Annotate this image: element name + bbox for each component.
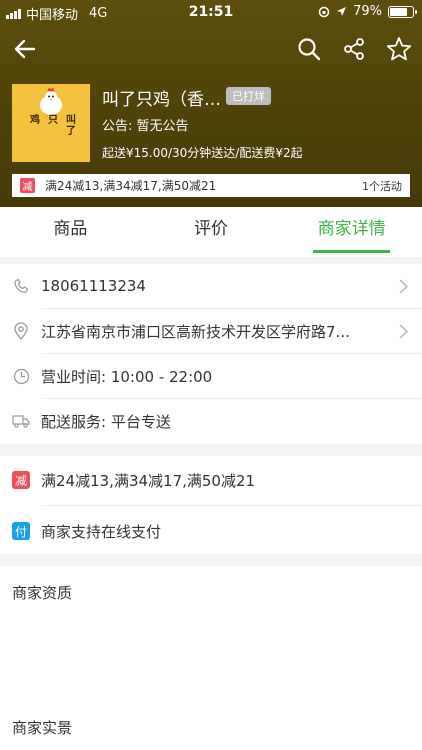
qualification-section: 商家资质 商家实景 — [0, 566, 422, 750]
discount-badge: 减 — [12, 471, 30, 489]
battery-fill — [390, 7, 408, 16]
delivery-service-row: 配送服务: 平台专送 — [0, 399, 422, 443]
favorite-button[interactable] — [384, 34, 414, 64]
discount-tag: 减 — [20, 178, 35, 193]
shop-name: 叫了只鸡（香… — [102, 90, 221, 110]
chevron-right-icon — [399, 278, 408, 294]
delivery-truck-icon — [12, 412, 30, 430]
tab-bar: 商品 评价 商家详情 — [0, 207, 422, 257]
divider — [41, 505, 422, 506]
search-icon — [298, 38, 321, 61]
photos-title: 商家实景 — [12, 719, 73, 737]
pay-badge: 付 — [12, 522, 30, 540]
shop-notice: 公告: 暂无公告 — [102, 119, 189, 134]
delivery-info: 起送¥15.00/30分钟送达/配送费¥2起 — [102, 146, 303, 160]
shop-address: 江苏省南京市浦口区高新技术开发区学府路7... — [41, 322, 350, 341]
phone-row[interactable]: 18061113234 — [0, 264, 422, 308]
activity-count: 1个活动 — [362, 179, 402, 193]
status-right: 79% — [318, 4, 417, 19]
tab-shop-details[interactable]: 商家详情 — [281, 207, 422, 257]
phone-icon — [12, 277, 30, 295]
share-button[interactable] — [339, 34, 369, 64]
discount-row: 减 满24减13,满34减17,满50减21 — [0, 458, 422, 502]
chicken-icon — [40, 88, 62, 116]
logo-text-col: 鸡 — [27, 114, 39, 125]
promo-text: 满24减13,满34减17,满50减21 — [45, 179, 217, 193]
phone-number: 18061113234 — [41, 277, 146, 295]
delivery-service: 配送服务: 平台专送 — [41, 412, 171, 431]
logo-text-col: 只 — [45, 114, 57, 125]
hours-row: 营业时间: 10:00 - 22:00 — [0, 354, 422, 398]
discount-icon-wrap: 减 — [12, 471, 30, 489]
promotions-section: 减 满24减13,满34减17,满50减21 付 商家支持在线支付 — [0, 456, 422, 554]
back-arrow-icon — [14, 39, 36, 59]
tab-reviews[interactable]: 评价 — [141, 207, 282, 257]
logo-text: 鸡 只 叫了 — [12, 114, 90, 136]
shop-info-section: 18061113234 江苏省南京市浦口区高新技术开发区学府路7... 营业时间… — [0, 264, 422, 444]
star-icon — [386, 37, 412, 61]
business-hours: 营业时间: 10:00 - 22:00 — [41, 367, 213, 386]
search-button[interactable] — [294, 34, 324, 64]
back-button[interactable] — [10, 34, 40, 64]
closed-badge: 已打烊 — [226, 87, 271, 105]
shop-header: 中国移动 4G 21:51 79% 鸡 只 叫了 叫了只鸡（香… 已打烊 公告:… — [0, 0, 422, 207]
location-pin-icon — [12, 322, 30, 340]
shop-logo: 鸡 只 叫了 — [12, 84, 90, 162]
battery-icon — [388, 5, 417, 18]
qualification-title: 商家资质 — [12, 584, 73, 602]
online-pay-text: 商家支持在线支付 — [41, 522, 162, 541]
clock-icon — [12, 367, 30, 385]
tab-products[interactable]: 商品 — [0, 207, 141, 257]
discount-text: 满24减13,满34减17,满50减21 — [41, 471, 256, 490]
battery-percent: 79% — [353, 4, 382, 19]
location-icon — [337, 7, 347, 16]
share-icon — [344, 38, 364, 60]
online-pay-row: 付 商家支持在线支付 — [0, 509, 422, 553]
chevron-right-icon — [399, 323, 408, 339]
status-bar: 中国移动 4G 21:51 79% — [0, 0, 422, 24]
address-row[interactable]: 江苏省南京市浦口区高新技术开发区学府路7... — [0, 309, 422, 353]
rotation-lock-icon — [318, 6, 330, 17]
logo-text-col: 叫了 — [63, 114, 75, 136]
promo-bar[interactable]: 减 满24减13,满34减17,满50减21 1个活动 — [12, 174, 410, 197]
pay-icon-wrap: 付 — [12, 522, 30, 540]
